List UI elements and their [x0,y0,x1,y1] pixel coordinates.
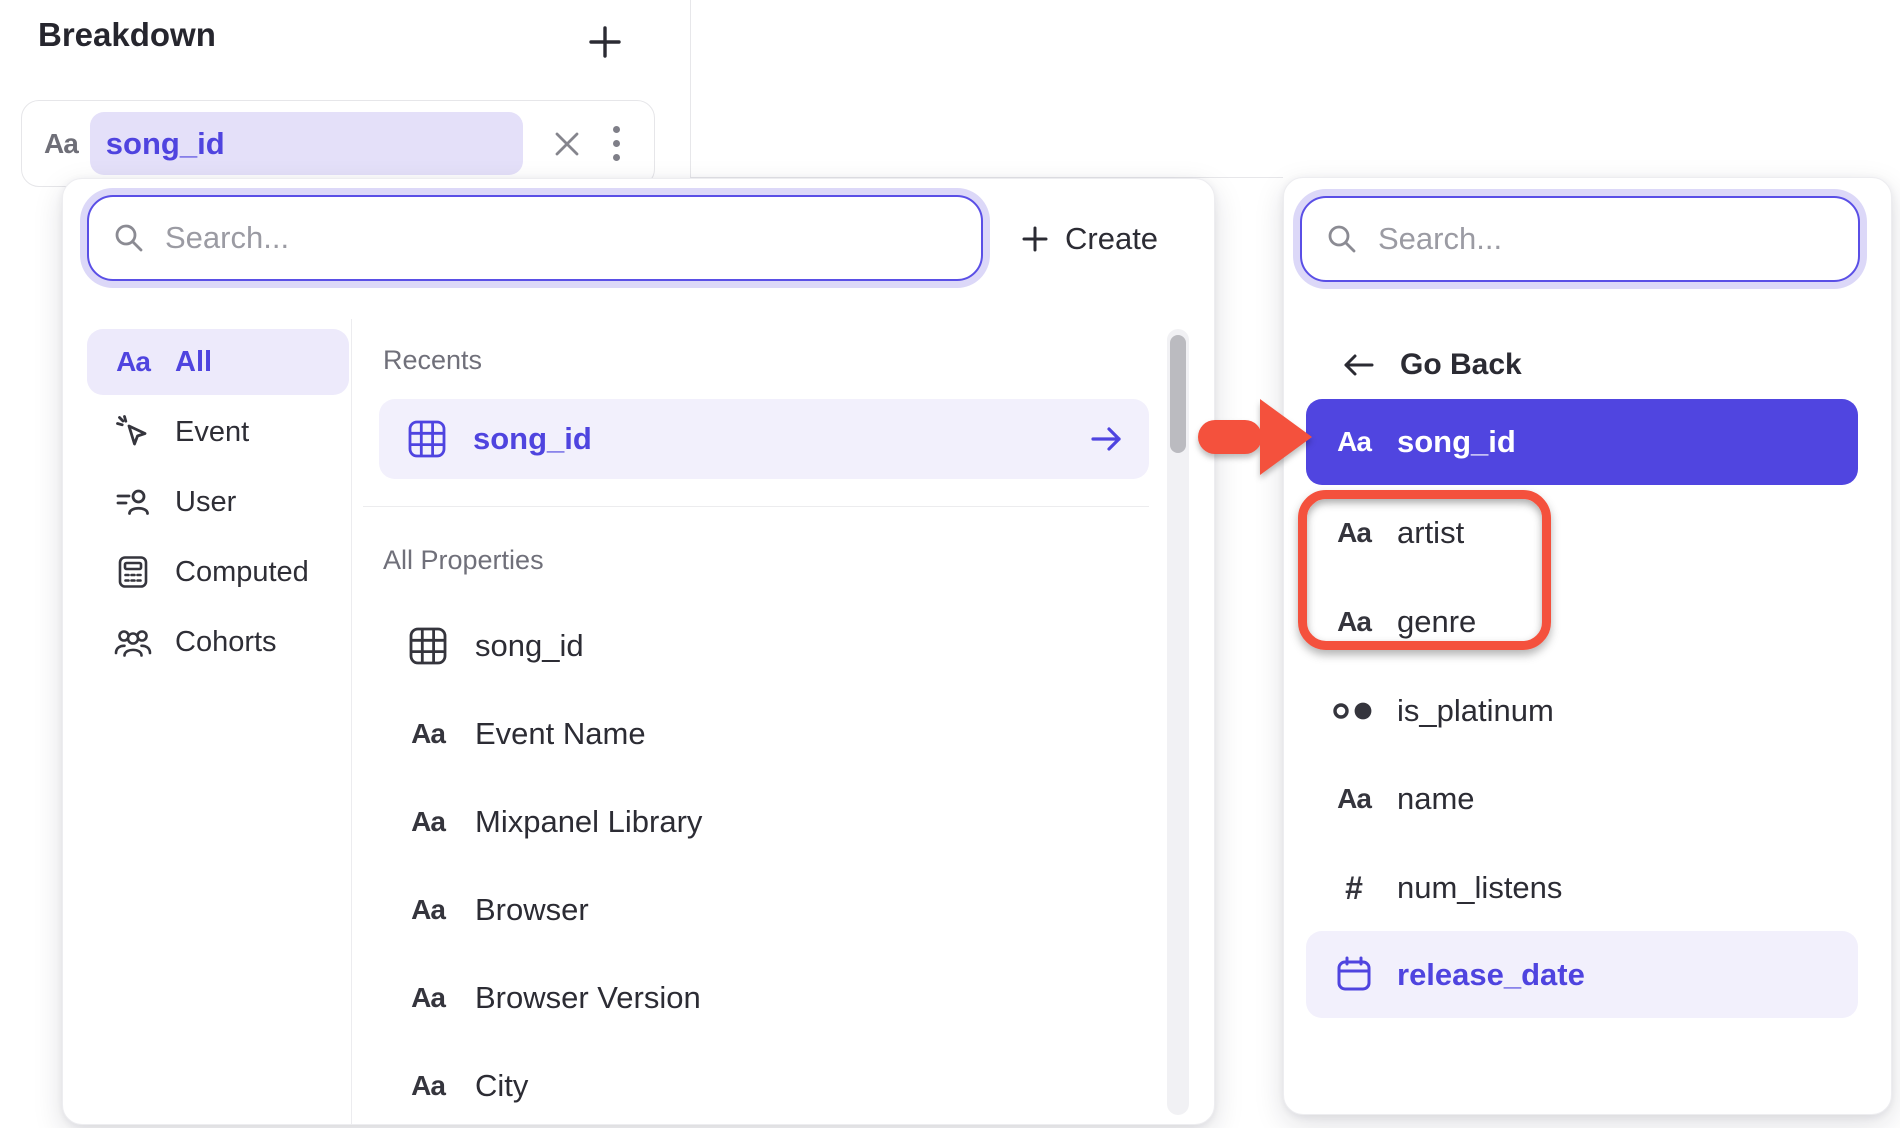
section-border-vertical [690,0,691,178]
go-back-label: Go Back [1400,348,1522,382]
search-input[interactable] [1376,220,1834,258]
string-type-icon: Aa [113,346,153,378]
sidebar-item-label: User [175,486,236,519]
scrollbar-thumb[interactable] [1170,335,1186,453]
left-search-box[interactable] [87,195,983,281]
create-label: Create [1065,221,1158,257]
nested-property-is-platinum[interactable]: is_platinum [1306,668,1858,754]
property-item-mixpanel-library[interactable]: Aa Mixpanel Library [379,778,1149,866]
sidebar-item-label: All [175,346,212,379]
string-type-icon: Aa [1331,606,1377,638]
breakdown-options-button[interactable] [597,122,637,166]
add-breakdown-button[interactable] [583,20,627,64]
property-picker-panel: Create Aa All Event User [62,178,1215,1125]
string-type-icon: Aa [406,982,450,1014]
string-type-icon: Aa [406,894,450,926]
nested-property-song-id[interactable]: Aa song_id [1306,399,1858,485]
nested-property-num-listens[interactable]: # num_listens [1306,845,1858,931]
property-item-city[interactable]: Aa City [379,1042,1149,1128]
calendar-icon [1331,954,1377,996]
sidebar-item-cohorts[interactable]: Cohorts [87,609,349,675]
plus-icon [1021,225,1049,253]
property-item-browser-version[interactable]: Aa Browser Version [379,954,1149,1042]
sidebar-item-label: Computed [175,556,309,589]
nested-property-name[interactable]: Aa name [1306,756,1858,842]
sidebar-item-event[interactable]: Event [87,399,349,465]
property-label: Browser Version [475,980,701,1016]
kebab-icon [613,126,620,133]
arrow-left-icon [1342,351,1376,379]
string-type-icon: Aa [1331,426,1377,458]
string-type-icon: Aa [406,718,450,750]
recent-property-label: song_id [473,421,1064,457]
breakdown-chip-value[interactable]: song_id [90,112,523,175]
sidebar-divider [351,319,352,1125]
user-icon [113,483,153,521]
scrollbar-track[interactable] [1167,329,1189,1115]
sidebar-item-label: Event [175,416,249,449]
recents-header: Recents [383,345,482,376]
string-type-icon: Aa [1331,517,1377,549]
right-search-box[interactable] [1300,196,1860,282]
nested-property-artist[interactable]: Aa artist [1306,490,1858,576]
property-label: name [1397,781,1475,817]
recent-property-song-id[interactable]: song_id [379,399,1149,479]
arrow-right-icon [1089,424,1125,454]
property-item-browser[interactable]: Aa Browser [379,866,1149,954]
breakdown-section-title: Breakdown [38,16,216,54]
table-grid-icon [406,418,448,460]
number-type-icon: # [1331,870,1377,907]
property-item-event-name[interactable]: Aa Event Name [379,690,1149,778]
string-type-icon: Aa [44,128,78,160]
chip-value-label: song_id [106,126,225,162]
cohorts-icon [113,624,153,660]
property-label: Event Name [475,716,646,752]
string-type-icon: Aa [406,1070,450,1102]
search-icon [1326,223,1358,255]
create-property-button[interactable]: Create [1021,211,1158,267]
property-label: genre [1397,604,1476,640]
property-label: Browser [475,892,589,928]
close-icon [552,129,582,159]
property-label: Mixpanel Library [475,804,702,840]
string-type-icon: Aa [406,806,450,838]
go-back-button[interactable]: Go Back [1342,342,1522,388]
property-label: song_id [475,628,584,664]
list-divider [363,506,1149,507]
search-icon [113,222,145,254]
remove-breakdown-button[interactable] [545,122,589,166]
property-label: is_platinum [1397,693,1554,729]
property-label: release_date [1397,957,1585,993]
table-grid-icon [406,625,450,667]
cursor-click-icon [113,413,153,451]
breakdown-chip[interactable]: Aa song_id [21,100,655,187]
sidebar-item-all[interactable]: Aa All [87,329,349,395]
plus-icon [588,25,622,59]
boolean-type-icon [1331,697,1377,725]
nested-property-genre[interactable]: Aa genre [1306,579,1858,665]
sidebar-item-label: Cohorts [175,626,277,659]
sidebar-item-computed[interactable]: Computed [87,539,349,605]
screenshot-canvas: Breakdown Aa song_id Create Aa [0,0,1900,1128]
property-list: song_id Aa Event Name Aa Mixpanel Librar… [379,602,1149,1128]
all-properties-header: All Properties [383,545,544,576]
property-item-song-id[interactable]: song_id [379,602,1149,690]
property-label: num_listens [1397,870,1562,906]
nested-property-panel: Go Back Aa song_id Aa artist Aa genre is… [1283,177,1892,1115]
property-label: City [475,1068,528,1104]
nested-property-release-date[interactable]: release_date [1306,931,1858,1018]
sidebar-item-user[interactable]: User [87,469,349,535]
property-label: artist [1397,515,1464,551]
category-sidebar: Aa All Event User Computed [87,329,349,679]
property-label: song_id [1397,424,1516,460]
string-type-icon: Aa [1331,783,1377,815]
search-input[interactable] [163,219,957,257]
calculator-icon [113,553,153,591]
